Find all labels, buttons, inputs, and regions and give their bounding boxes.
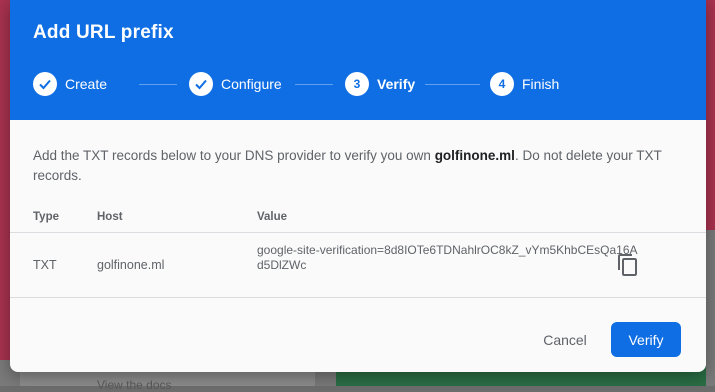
step-connector xyxy=(295,84,333,85)
step-label-verify: Verify xyxy=(377,76,416,92)
check-icon xyxy=(33,72,57,96)
check-icon xyxy=(189,72,213,96)
verification-instructions: Add the TXT records below to your DNS pr… xyxy=(33,146,683,186)
record-type: TXT xyxy=(33,258,57,272)
background-text: View the docs xyxy=(97,378,172,392)
step-connector xyxy=(425,84,480,85)
step-verify: 3 Verify xyxy=(345,72,415,96)
step-configure: Configure xyxy=(189,72,282,96)
instructions-domain: golfinone.ml xyxy=(434,148,515,163)
dns-records-table: Type Host Value TXT golfinone.ml google-… xyxy=(10,202,706,298)
column-header-host: Host xyxy=(97,211,123,223)
step-label-finish: Finish xyxy=(522,76,560,92)
step-number-verify: 3 xyxy=(345,72,369,96)
column-header-value: Value xyxy=(257,211,288,223)
step-create: Create xyxy=(33,72,107,96)
add-url-prefix-dialog: Add URL prefix Create Configure 3 Verify xyxy=(10,0,706,372)
verify-button[interactable]: Verify xyxy=(611,322,681,357)
column-header-type: Type xyxy=(33,211,59,223)
copy-icon[interactable] xyxy=(616,253,640,277)
record-value[interactable]: google-site-verification=8d8IOTe6TDNahlr… xyxy=(257,243,642,273)
instructions-prefix: Add the TXT records below to your DNS pr… xyxy=(33,148,435,163)
dialog-title: Add URL prefix xyxy=(33,22,174,43)
step-finish: 4 Finish xyxy=(490,72,559,96)
cancel-button[interactable]: Cancel xyxy=(527,322,603,358)
background-strip-left xyxy=(0,0,10,386)
record-host: golfinone.ml xyxy=(97,258,165,272)
step-connector xyxy=(139,84,177,85)
step-label-configure: Configure xyxy=(221,76,282,92)
table-row: TXT golfinone.ml google-site-verificatio… xyxy=(10,233,706,298)
step-number-finish: 4 xyxy=(490,72,514,96)
stepper: Create Configure 3 Verify 4 Finish xyxy=(33,72,683,96)
background-strip-right xyxy=(706,0,715,230)
step-label-create: Create xyxy=(65,76,108,92)
table-header: Type Host Value xyxy=(10,202,706,233)
dialog-header: Add URL prefix Create Configure 3 Verify xyxy=(10,0,706,120)
